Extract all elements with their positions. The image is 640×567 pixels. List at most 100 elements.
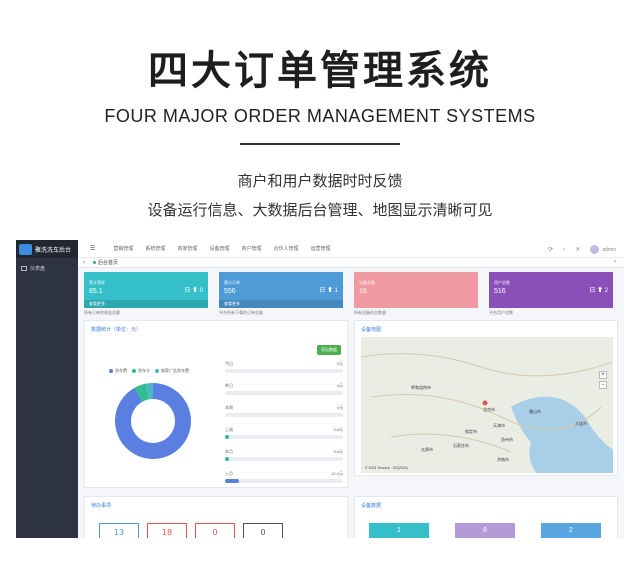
period-bar-fill — [225, 457, 229, 461]
revenue-donut-chart — [115, 383, 191, 459]
export-button[interactable]: 导出数据 — [317, 345, 341, 355]
map-terrain — [361, 353, 613, 473]
map-panel-title: 设备地图 — [361, 327, 382, 333]
period-value: 0元 — [336, 361, 343, 366]
card-label: 累计订单 — [224, 280, 240, 285]
hero-description-line-1: 商户和用户数据时时反馈 — [237, 172, 403, 190]
period-bar-row: 本周 0元 — [225, 405, 343, 427]
legend-label: 洗车卡 — [138, 368, 150, 373]
period-value: 3.6元 — [333, 449, 343, 454]
period-bar-row: 昨日 0元 — [225, 383, 343, 405]
nav-item-device[interactable]: 设备管理 — [209, 245, 229, 252]
refresh-icon[interactable]: ⟳ — [548, 246, 553, 253]
device-stat-box[interactable]: 8 — [455, 523, 515, 538]
card-label: 累计营收 — [89, 280, 105, 285]
legend-label: 商家广告洗车费 — [161, 368, 189, 373]
period-label: 上周 — [225, 427, 233, 432]
card-note: 平台所有下载的订单总量 — [219, 310, 263, 315]
card-more-link[interactable]: 查看更多 — [219, 300, 343, 308]
card-label: 用户总数 — [494, 280, 510, 285]
stats-panel-title: 数据统计（单位：元） — [91, 327, 142, 333]
nav-item-system[interactable]: 系统管理 — [145, 245, 165, 252]
sidebar-item-label: 仪表盘 — [30, 266, 46, 272]
legend-item[interactable]: 洗车卡 — [132, 368, 150, 374]
stat-card-users: 用户总数 516 日 ⬆ 2 — [489, 272, 613, 308]
brand-name: 聚洗洗车后台 — [35, 246, 72, 254]
card-value: 516 — [494, 288, 506, 295]
nav-item-merchant[interactable]: 商家管理 — [177, 245, 197, 252]
card-label: 设备总数 — [359, 280, 375, 285]
device-stat-box[interactable]: 1 — [369, 523, 429, 538]
hero-title: 四大订单管理系统 — [148, 48, 492, 94]
device-stat-box[interactable]: 2 — [541, 523, 601, 538]
nav-item-operations[interactable]: 运营管理 — [310, 245, 330, 252]
nav-item-marketing[interactable]: 营销管理 — [113, 245, 133, 252]
border-line — [361, 353, 613, 377]
dashboard-icon — [21, 266, 27, 271]
avatar[interactable] — [590, 245, 600, 254]
period-value: 0元 — [336, 405, 343, 410]
tab-home-label: 后台首页 — [98, 260, 119, 266]
todo-value: 18 — [161, 528, 173, 537]
page-tabs: ‹ 后台首页 › — [78, 258, 624, 268]
todo-panel: 待办事项 13 18 0 0 — [84, 496, 348, 538]
map-city-label: 保定市 — [465, 429, 477, 434]
top-right-tools: ⟳ ▫ ✕ admin — [538, 245, 616, 254]
zoom-in-button[interactable]: + — [599, 371, 607, 379]
device-stat-value: 2 — [569, 527, 573, 534]
hero-subtitle: FOUR MAJOR ORDER MANAGEMENT SYSTEMS — [104, 106, 536, 126]
device-stat-value: 1 — [397, 527, 401, 534]
period-bar-track — [225, 369, 343, 373]
fullscreen-icon[interactable]: ▫ — [563, 247, 565, 253]
zoom-out-button[interactable]: − — [599, 381, 607, 389]
todo-item[interactable]: 0 — [195, 523, 235, 538]
tab-home[interactable]: 后台首页 — [93, 259, 118, 266]
device-marker-icon[interactable] — [482, 400, 488, 406]
period-value: 12.4元 — [331, 471, 343, 476]
nav-item-shop[interactable]: 商户管理 — [241, 245, 261, 252]
map-city-label: 唐山市 — [529, 409, 541, 414]
todo-item[interactable]: 13 — [99, 523, 139, 538]
legend-swatch — [132, 369, 136, 373]
brand-logo-icon — [19, 243, 32, 255]
nav-item-partner[interactable]: 合伙人管理 — [273, 245, 298, 252]
menu-toggle-icon[interactable]: ☰ — [90, 245, 95, 252]
map-city-label: 呼和浩特市 — [411, 385, 431, 390]
brand-bar: 聚洗洗车后台 — [16, 240, 78, 258]
map-credit: © 2023 Tencent - GS(2023) — [365, 466, 408, 470]
border-line — [390, 433, 512, 453]
todo-item[interactable]: 0 — [243, 523, 283, 538]
tabs-left-arrow-icon[interactable]: ‹ — [83, 260, 85, 266]
map-city-label: 北京市 — [483, 407, 495, 412]
card-more-link[interactable]: 查看更多 — [84, 300, 208, 308]
todo-item[interactable]: 18 — [147, 523, 187, 538]
donut-legend: 洗车费 洗车卡 商家广告洗车费 — [109, 368, 194, 374]
legend-label: 洗车费 — [115, 368, 127, 373]
map-city-label: 济南市 — [497, 457, 509, 462]
sea-shape — [511, 396, 613, 473]
legend-swatch — [155, 369, 159, 373]
period-label: 昨日 — [225, 383, 233, 388]
map-city-label: 天津市 — [493, 423, 505, 428]
stat-card-orders: 累计订单 556 日 ⬆ 1 查看更多 — [219, 272, 343, 308]
card-value: 16 — [359, 288, 367, 295]
device-panel-title: 设备数据 — [361, 503, 382, 509]
sidebar-item-dashboard[interactable]: 仪表盘 — [16, 265, 78, 272]
user-name[interactable]: admin — [602, 247, 616, 253]
legend-item[interactable]: 商家广告洗车费 — [155, 368, 189, 374]
expand-icon[interactable]: ✕ — [575, 246, 580, 253]
top-nav: 营销管理 系统管理 商家管理 设备管理 商户管理 合伙人管理 运营管理 — [113, 245, 342, 252]
card-badge: 日 ⬆ 0 — [184, 288, 203, 294]
device-map[interactable]: 呼和浩特市 北京市 天津市 唐山市 保定市 石家庄市 太原市 济南市 大连市 沧… — [361, 337, 613, 473]
card-badge: 日 ⬆ 2 — [589, 288, 608, 294]
tabs-right-arrow-icon[interactable]: › — [614, 259, 616, 265]
legend-item[interactable]: 洗车费 — [109, 368, 127, 374]
card-value: 556 — [224, 288, 236, 295]
legend-swatch — [109, 369, 113, 373]
period-bars: 今日 0元 昨日 0元 本周 0元 上周 3.6元 本月 3.6元 上月 12.4元 — [225, 361, 343, 493]
period-value: 3.6元 — [333, 427, 343, 432]
period-label: 今日 — [225, 361, 233, 366]
admin-dashboard-screenshot: 聚洗洗车后台 仪表盘 ☰ 营销管理 系统管理 商家管理 设备管理 商户管理 合伙… — [16, 240, 624, 538]
map-panel: 设备地图 呼和浩特市 北京市 天津市 唐山市 保定市 石家庄市 太原市 济南市 … — [354, 320, 618, 476]
period-bar-track — [225, 457, 343, 461]
